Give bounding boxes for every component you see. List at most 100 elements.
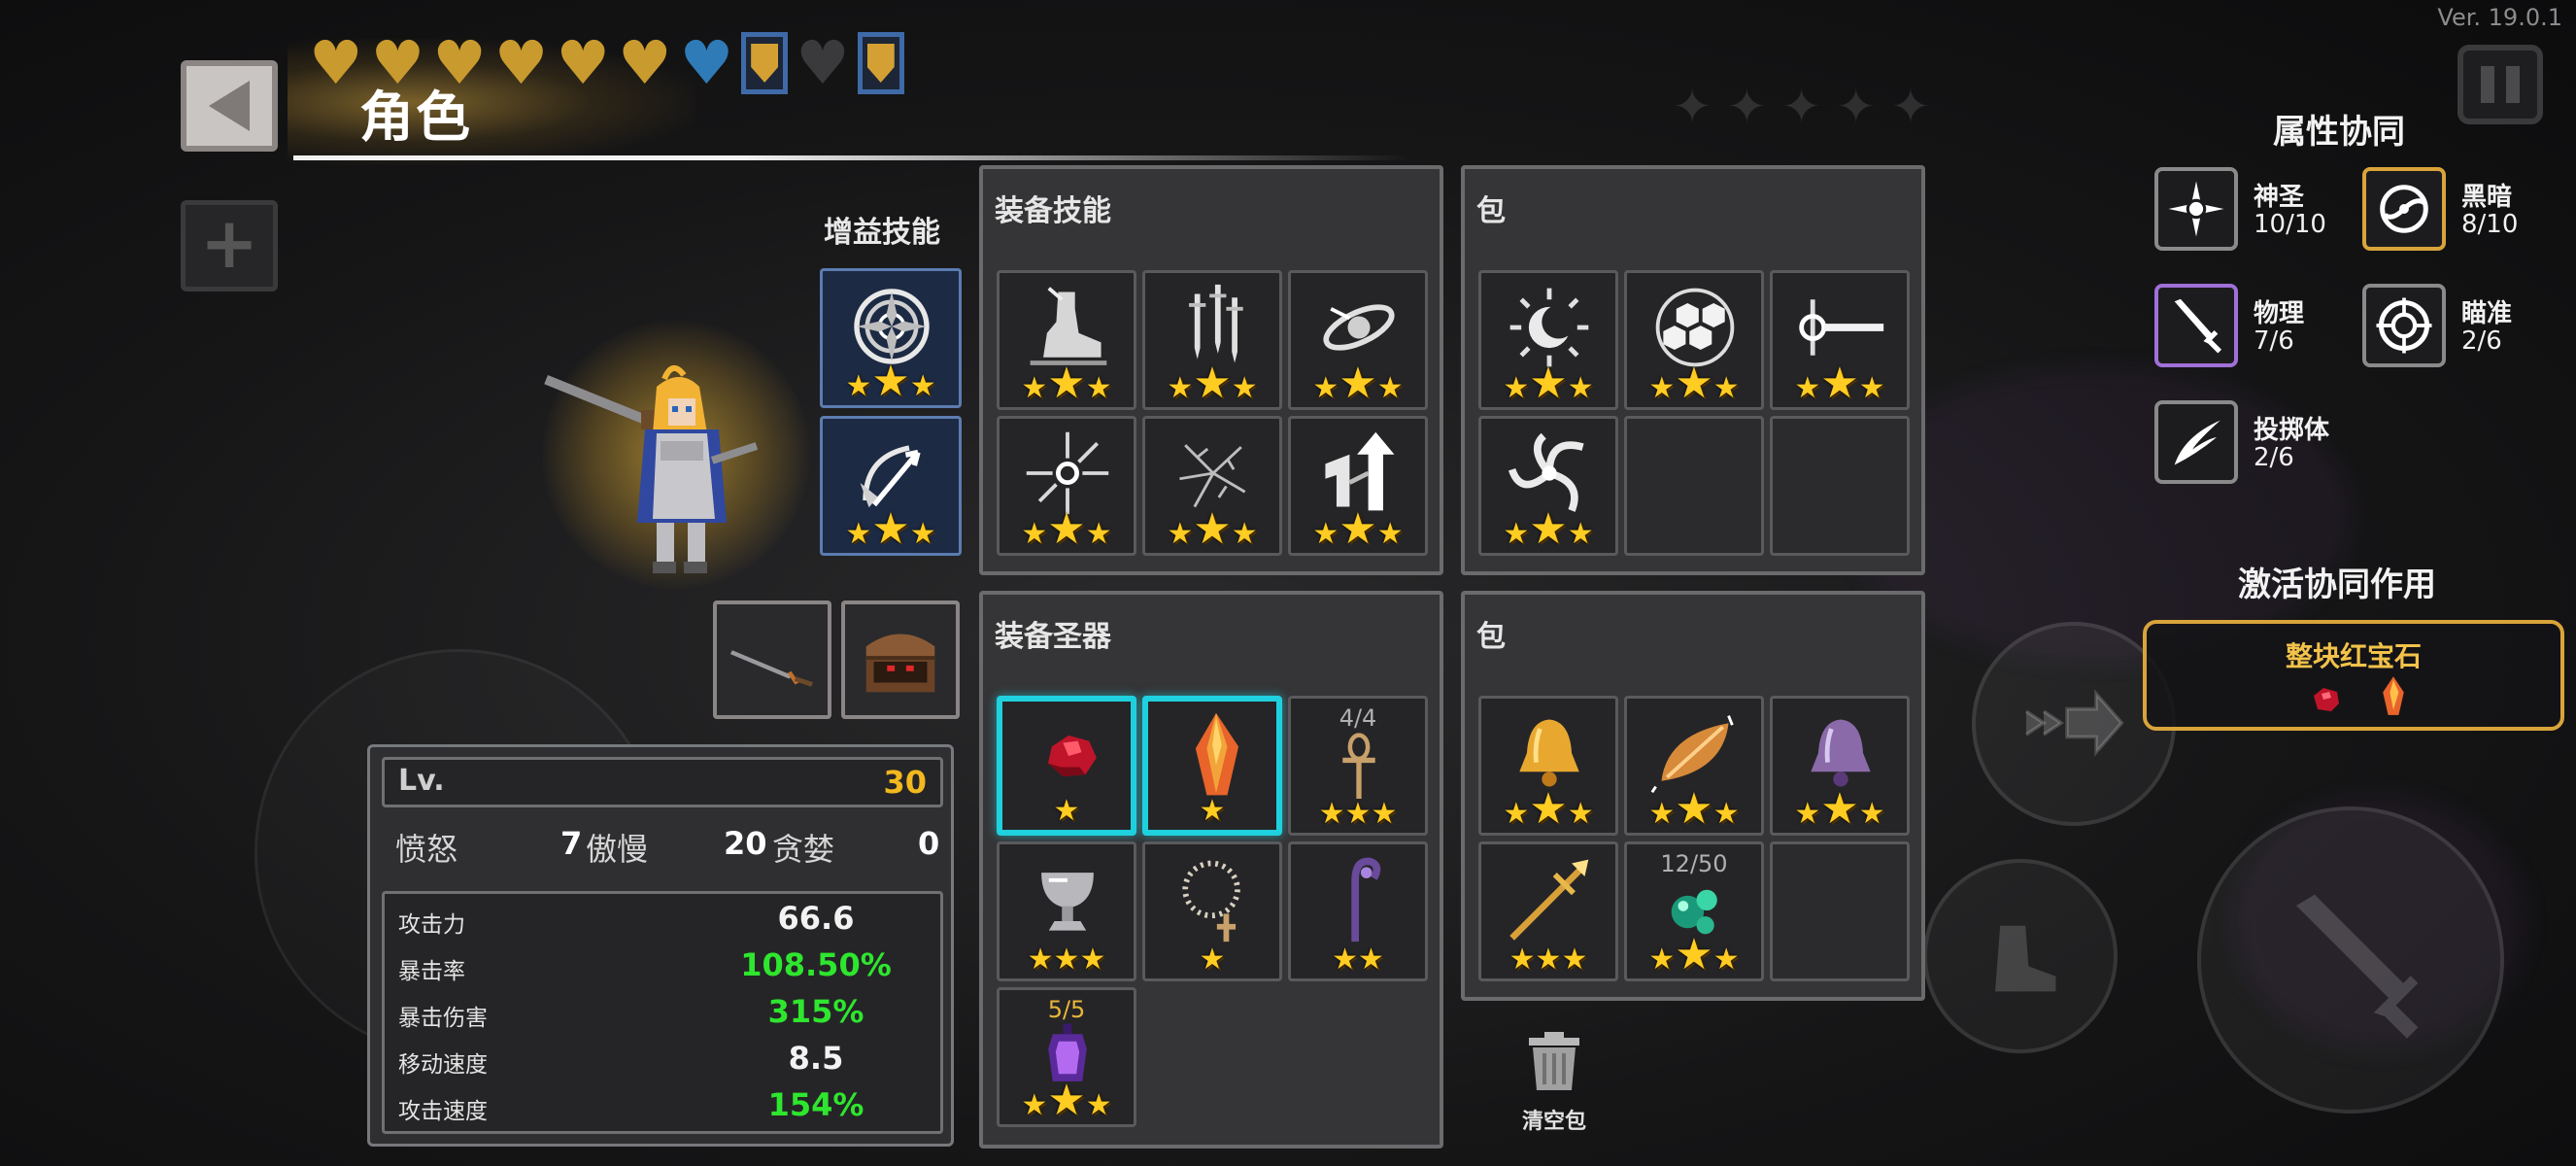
greed-label: 贪婪 <box>772 831 835 868</box>
bag-relic-slot[interactable]: ★★★ <box>1478 696 1618 836</box>
attribute-row: 暴击伤害 315% <box>398 993 929 1032</box>
golden-spear-icon <box>1509 859 1589 941</box>
synergy-item[interactable]: 物理 7/6 <box>2154 284 2368 371</box>
gold-heart-icon: ♥ <box>617 27 672 98</box>
gold-heart-icon: ♥ <box>556 27 610 98</box>
synergy-item[interactable]: 投掷体 2/6 <box>2154 400 2368 488</box>
title-underline <box>293 155 1410 160</box>
add-button[interactable]: + <box>181 200 278 292</box>
clear-bag-button[interactable]: 清空包 <box>1513 1030 1595 1135</box>
synergy-item[interactable]: 瞄准 2/6 <box>2362 284 2576 371</box>
relic-slot[interactable]: ★ <box>1142 696 1282 836</box>
skill-slot[interactable]: ★★★ <box>1142 270 1282 410</box>
attribute-value: 315% <box>767 993 864 1030</box>
synergy-item[interactable]: 神圣 10/10 <box>2154 167 2368 255</box>
synergy-icon-frame <box>2154 284 2238 367</box>
synergy-count: 2/6 <box>2254 443 2294 472</box>
relic-count: 5/5 <box>1047 996 1086 1023</box>
page-title: 角色 <box>359 86 472 150</box>
pause-button[interactable] <box>2457 45 2543 124</box>
level-row: Lv. 30 <box>382 757 943 807</box>
attribute-list: 攻击力 66.6 暴击率 108.50% 暴击伤害 315% 移动速度 8.5 … <box>382 891 943 1134</box>
ankh-icon <box>1342 733 1375 799</box>
dash-icon <box>2025 689 2124 757</box>
faded-relic-icons: ✦ ✦ ✦ ✦ ✦ <box>1673 80 1931 134</box>
relic-count: 4/4 <box>1339 704 1377 732</box>
panel-title: 包 <box>1476 194 1506 228</box>
panel-title: 包 <box>1476 620 1506 654</box>
sins-row: 愤怒 7 傲慢 20 贪婪 0 <box>382 825 943 874</box>
amber-crystal-icon <box>1195 712 1239 796</box>
amber-gem-icon <box>2383 676 2404 715</box>
attack-sword-icon <box>2296 894 2419 1039</box>
synergy-name: 投掷体 <box>2254 416 2330 445</box>
bag-relic-slot[interactable]: ★★★ <box>1478 841 1618 981</box>
attribute-value: 8.5 <box>788 1040 844 1077</box>
back-button[interactable] <box>181 60 278 152</box>
gold-heart-icon: ♥ <box>493 27 549 98</box>
relic-slot[interactable]: ★★★ <box>997 841 1136 981</box>
relic-slot[interactable]: 5/5 ★★★ <box>997 987 1136 1127</box>
relic-slot[interactable]: ★ <box>1142 841 1282 981</box>
relic-slot[interactable]: ★★ <box>1288 841 1428 981</box>
trash-icon <box>1529 1032 1579 1090</box>
equip-skills-panel: 装备技能 ★★★ ★★★ ★★★ ★★★ ★★★ ★★★ <box>979 165 1443 575</box>
knight-hero-sprite <box>544 365 759 573</box>
bag-skill-slot[interactable]: ★★★ <box>1478 270 1618 410</box>
bag-relic-slot[interactable]: ★★★ <box>1624 696 1764 836</box>
synergy-count: 2/6 <box>2461 326 2502 356</box>
empty-slot[interactable] <box>1770 841 1910 981</box>
crook-staff-icon <box>1351 857 1381 943</box>
back-arrow-icon <box>209 81 250 131</box>
bag-skill-slot[interactable]: ★★★ <box>1770 270 1910 410</box>
relic-bag-panel: 包 ★★★ ★★★ ★★★ ★★★ 12/50 ★★★ <box>1461 591 1925 1001</box>
synergy-name: 物理 <box>2254 299 2305 328</box>
level-label: Lv. <box>398 764 445 798</box>
winged-boot-icon <box>1995 925 2056 992</box>
attack-control <box>2197 806 2504 1114</box>
synergy-count: 8/10 <box>2461 210 2519 239</box>
bag-relic-slot[interactable]: ★★★ <box>1770 696 1910 836</box>
relic-count: 12/50 <box>1660 850 1728 877</box>
boot-control <box>1923 859 2118 1053</box>
active-synergy-card[interactable]: 整块红宝石 <box>2143 620 2564 731</box>
skill-slot[interactable]: ★★★ <box>997 270 1136 410</box>
star-rating: ★★★ <box>845 357 936 406</box>
armor-shield-icon <box>741 32 789 94</box>
star-rating: ★★★ <box>845 504 936 554</box>
skill-slot[interactable]: ★★★ <box>1142 416 1282 556</box>
empty-slot[interactable] <box>1770 416 1910 556</box>
attribute-label: 暴击率 <box>398 959 465 984</box>
projectile-slash-icon <box>2174 420 2220 465</box>
synergy-name: 黑暗 <box>2461 183 2513 212</box>
skill-slot[interactable]: ★★★ <box>1288 270 1428 410</box>
buff-skill-slot[interactable]: ★★★ <box>820 416 962 556</box>
armor-slot[interactable] <box>841 600 960 719</box>
synergy-icon-frame <box>2362 284 2446 367</box>
rosary-icon <box>1182 860 1240 943</box>
bag-skill-slot[interactable]: ★★★ <box>1624 270 1764 410</box>
skill-slot[interactable]: ★★★ <box>997 416 1136 556</box>
bag-relic-slot[interactable]: 12/50 ★★★ <box>1624 841 1764 981</box>
synergy-icon-frame <box>2362 167 2446 251</box>
attribute-label: 攻击力 <box>398 912 465 938</box>
weapon-slot[interactable] <box>713 600 831 719</box>
physical-sword-icon <box>2174 298 2222 354</box>
relic-slot[interactable]: 4/4 ★★★ <box>1288 696 1428 836</box>
synergy-count: 7/6 <box>2254 326 2294 356</box>
bag-skill-slot[interactable]: ★★★ <box>1478 416 1618 556</box>
attribute-row: 攻击速度 154% <box>398 1086 929 1125</box>
skill-slot[interactable]: ★★★ <box>1288 416 1428 556</box>
armor-shield-icon <box>857 32 904 94</box>
relic-slot[interactable]: ★ <box>997 696 1136 836</box>
synergy-item[interactable]: 黑暗 8/10 <box>2362 167 2576 255</box>
ruby-icon <box>2314 688 2339 711</box>
attribute-value: 108.50% <box>740 946 892 983</box>
buff-skills-label: 增益技能 <box>824 216 940 250</box>
empty-slot[interactable] <box>1624 416 1764 556</box>
buff-skill-slot[interactable]: ★★★ <box>820 268 962 408</box>
stats-panel: Lv. 30 愤怒 7 傲慢 20 贪婪 0 攻击力 66.6 暴击率 108.… <box>367 744 954 1147</box>
wrath-value: 7 <box>560 825 583 862</box>
sword-weapon-icon <box>729 650 813 687</box>
attribute-label: 移动速度 <box>398 1052 488 1078</box>
